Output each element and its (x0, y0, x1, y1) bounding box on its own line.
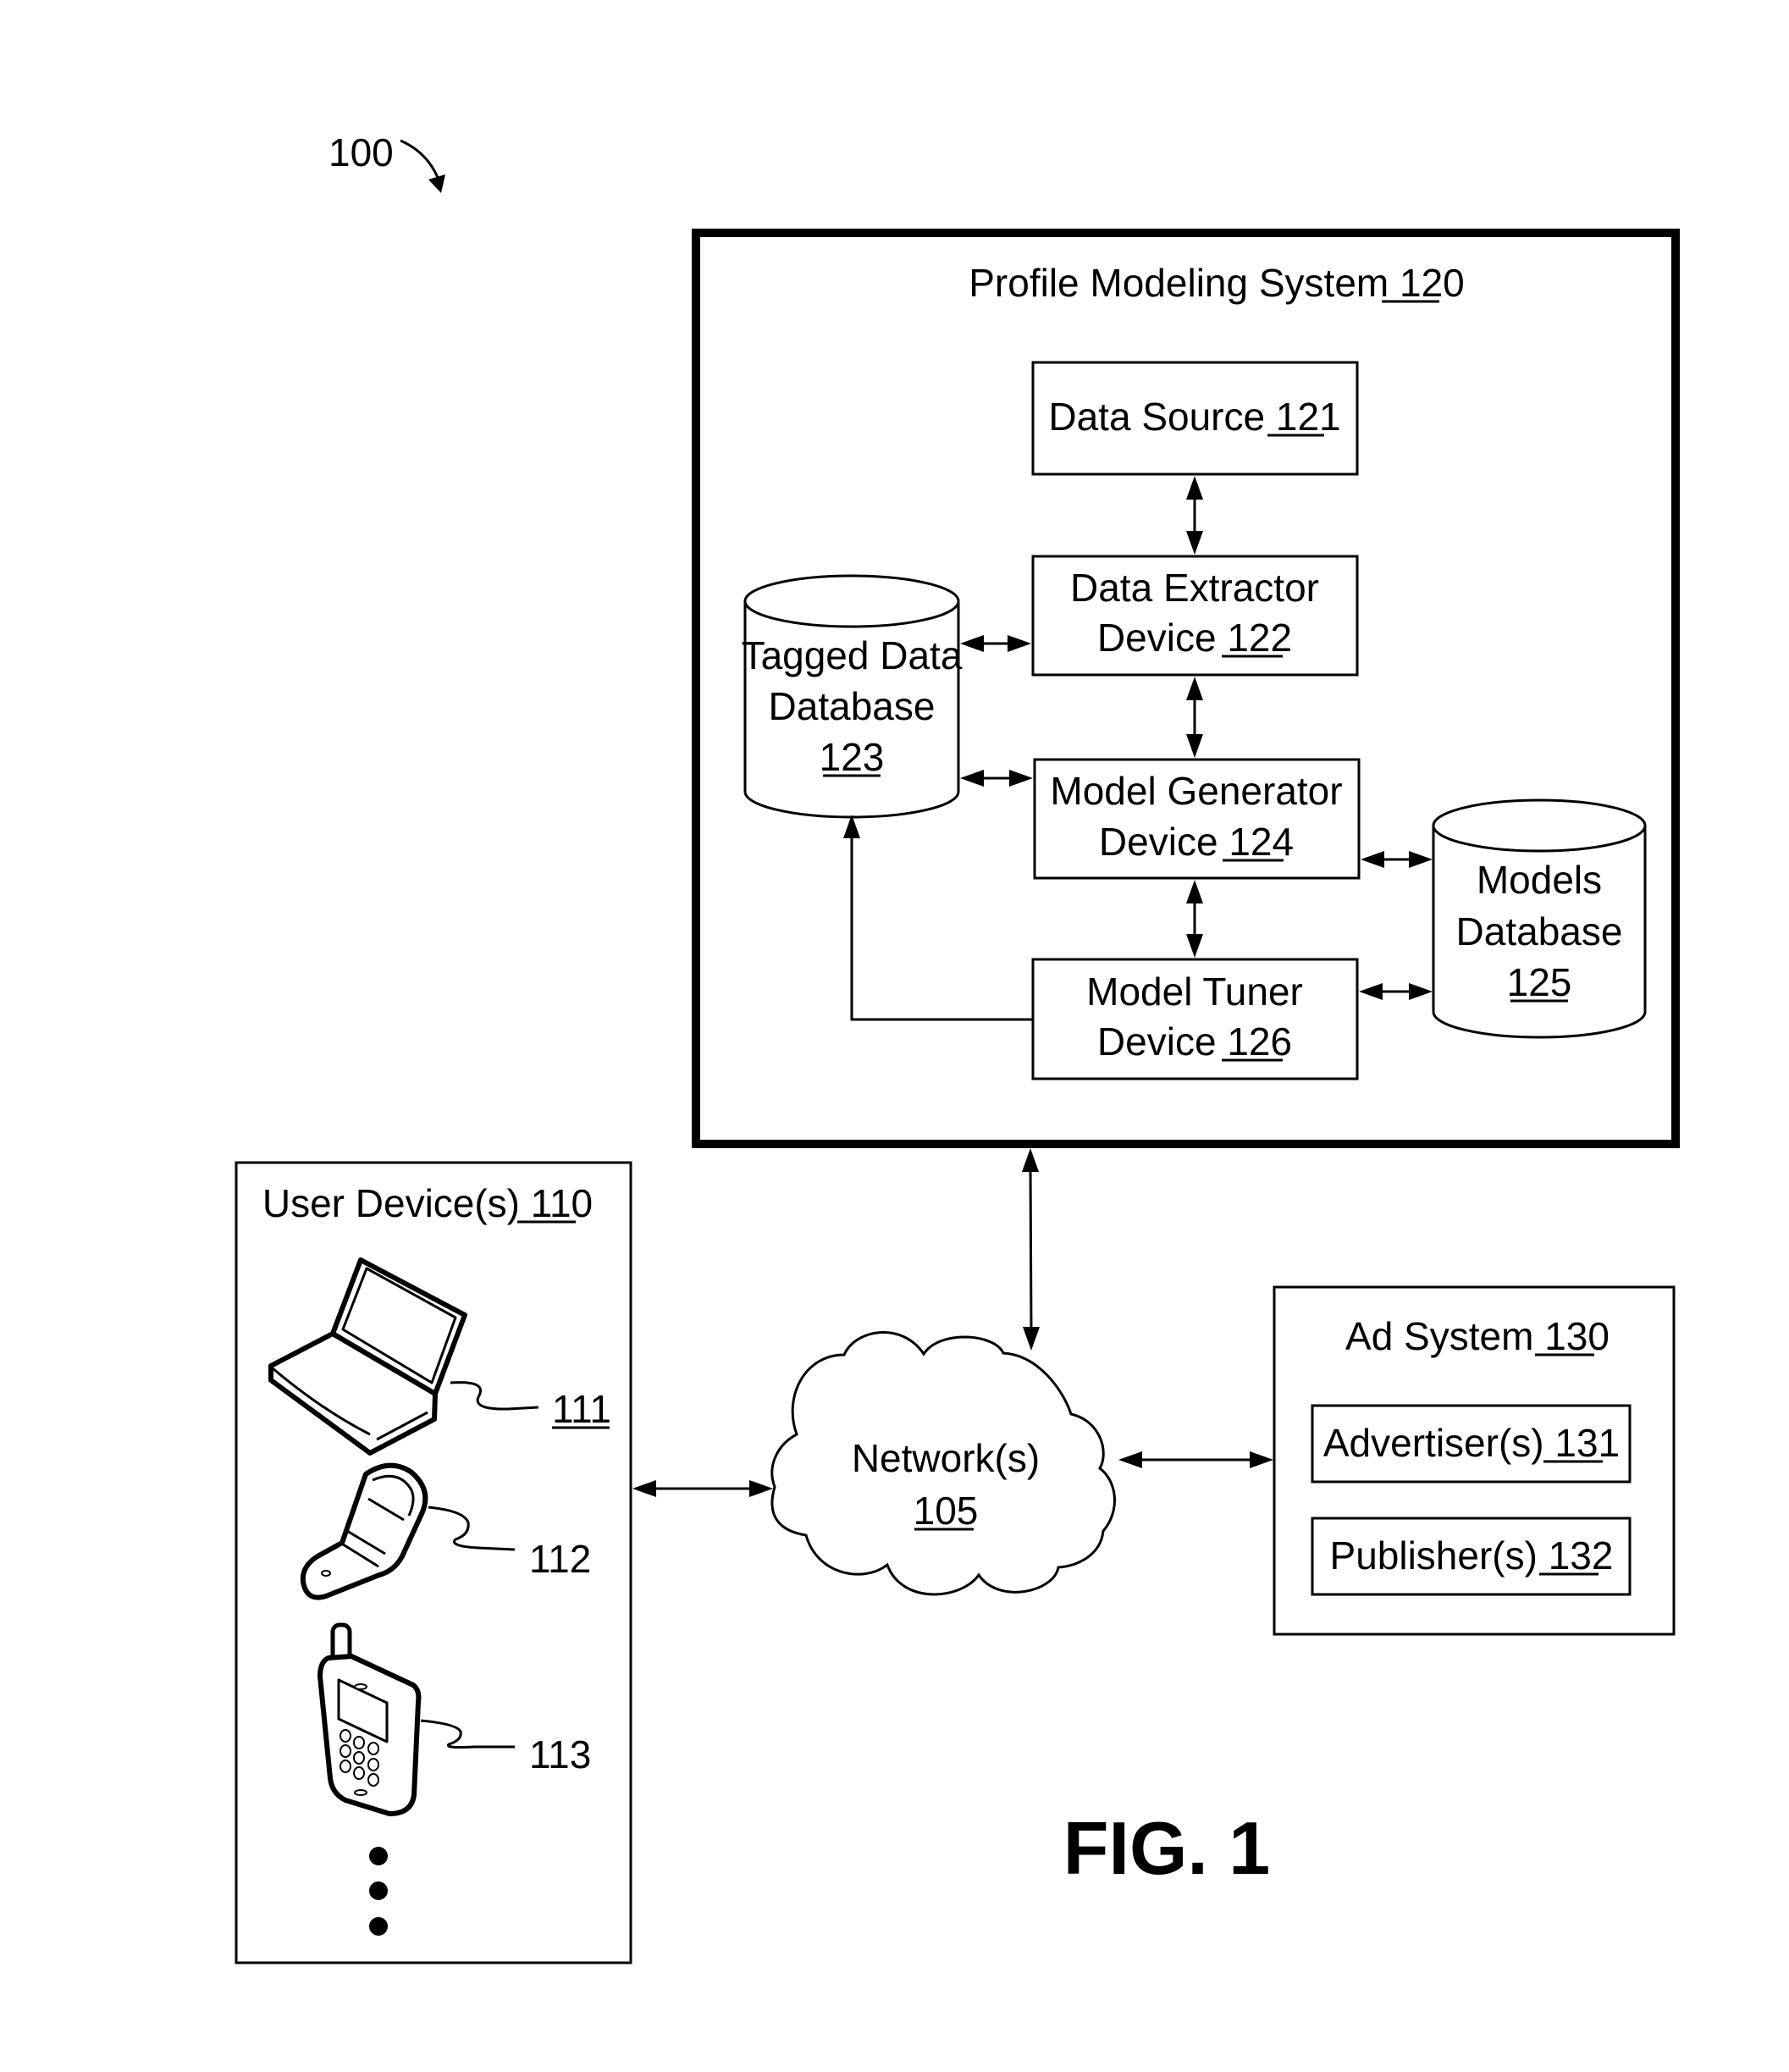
figure-reference: 100 (329, 130, 445, 193)
user-devices-title: User Device(s) 110 (262, 1181, 593, 1225)
figure-ref-arrow (400, 139, 440, 180)
user-devices-box: User Device(s) 110 111 112 113 (235, 1161, 632, 1964)
ad-system-title: Ad System 130 (1345, 1314, 1610, 1358)
publishers-box[interactable]: Publisher(s) 132 (1311, 1517, 1632, 1596)
connector-extractor-generator (1186, 677, 1203, 758)
connector-tuner-modelsdb (1359, 983, 1433, 1000)
tagged-db-ref: 123 (820, 735, 885, 779)
data-source-box[interactable]: Data Source 121 (1031, 361, 1359, 476)
model-generator-label-line1: Model Generator (1050, 769, 1342, 813)
figure-ref-arrowhead (428, 174, 445, 193)
connector-generator-tuner (1186, 880, 1203, 958)
connector-source-extractor (1186, 476, 1203, 555)
advertisers-label: Advertiser(s) 131 (1323, 1421, 1620, 1465)
connector-generator-modelsdb (1361, 851, 1433, 868)
advertisers-box[interactable]: Advertiser(s) 131 (1311, 1404, 1632, 1484)
connector-taggeddb-generator (960, 770, 1033, 787)
ad-system-box: Ad System 130 Advertiser(s) 131 Publishe… (1273, 1285, 1676, 1636)
network-cloud[interactable]: Network(s) 105 (770, 1331, 1116, 1596)
system-diagram: 100 Profile Modeling System 120 Data Sou… (235, 130, 1680, 1964)
data-source-label: Data Source 121 (1048, 395, 1340, 439)
models-database[interactable]: Models Database 125 (1432, 798, 1647, 1039)
laptop-ref: 111 (552, 1387, 611, 1431)
connector-taggeddb-extractor (960, 635, 1031, 652)
ellipsis-vertical-icon (369, 1847, 388, 1936)
profile-modeling-system: Profile Modeling System 120 Data Source … (692, 229, 1680, 1148)
tagged-db-label-line1: Tagged Data (742, 633, 963, 677)
figure-caption: FIG. 1 (1063, 1806, 1271, 1890)
models-db-label-line1: Models (1477, 858, 1602, 902)
data-extractor-box[interactable]: Data Extractor Device 122 (1031, 555, 1359, 677)
connector-userdevices-network (632, 1480, 773, 1497)
model-tuner-box[interactable]: Model Tuner Device 126 (1031, 958, 1359, 1080)
tagged-data-database[interactable]: Tagged Data Database 123 (742, 574, 963, 819)
model-generator-box[interactable]: Model Generator Device 124 (1033, 758, 1361, 880)
tagged-db-label-line2: Database (769, 684, 936, 728)
model-tuner-label-line2: Device 126 (1097, 1019, 1292, 1064)
data-extractor-label-line2: Device 122 (1097, 616, 1292, 660)
connector-system-network (1022, 1148, 1040, 1351)
network-label: Network(s) (852, 1436, 1040, 1480)
profile-system-title: Profile Modeling System 120 (969, 261, 1465, 305)
models-db-label-line2: Database (1456, 909, 1623, 953)
mobile-phone-ref: 113 (529, 1732, 591, 1776)
data-extractor-label-line1: Data Extractor (1070, 566, 1319, 610)
connector-network-adsystem (1118, 1451, 1273, 1468)
model-tuner-label-line1: Model Tuner (1086, 970, 1303, 1014)
publishers-label: Publisher(s) 132 (1330, 1533, 1614, 1577)
connector-tuner-taggeddb (843, 815, 1033, 1021)
models-db-ref: 125 (1507, 960, 1572, 1004)
figure-ref-label: 100 (329, 130, 394, 174)
network-ref: 105 (914, 1489, 979, 1533)
model-generator-label-line2: Device 124 (1099, 820, 1294, 864)
flip-phone-ref: 112 (529, 1537, 591, 1581)
